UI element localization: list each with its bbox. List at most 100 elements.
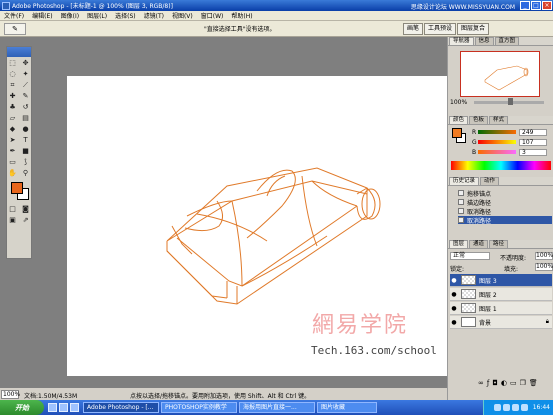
- shape-tool-icon[interactable]: ■: [20, 146, 32, 156]
- tab-layers[interactable]: 图层: [449, 240, 469, 248]
- history-item-current[interactable]: 取消路径: [458, 216, 552, 225]
- path-selection-tool-icon[interactable]: ➤: [7, 135, 19, 145]
- dodge-tool-icon[interactable]: ●: [20, 124, 32, 134]
- blend-mode-select[interactable]: 正常: [450, 252, 490, 260]
- notes-tool-icon[interactable]: ▭: [7, 157, 19, 167]
- well-tab-layer-comps[interactable]: 图层复合: [457, 23, 490, 35]
- standard-mode-icon[interactable]: □: [7, 204, 19, 214]
- menu-select[interactable]: 选择(S): [115, 11, 136, 20]
- type-tool-icon[interactable]: T: [20, 135, 32, 145]
- navigator-view-box[interactable]: [460, 51, 540, 97]
- adjustment-layer-icon[interactable]: ◐: [501, 379, 507, 387]
- well-tab-brushes[interactable]: 画笔: [403, 23, 424, 35]
- gradient-tool-icon[interactable]: ▤: [20, 113, 32, 123]
- navigator-slider-knob[interactable]: [508, 98, 513, 105]
- channel-r-field[interactable]: 249: [519, 128, 547, 136]
- menu-image[interactable]: 图像(I): [61, 11, 79, 20]
- tab-channels[interactable]: 通道: [469, 240, 489, 248]
- menu-help[interactable]: 帮助(H): [231, 11, 252, 20]
- tab-color[interactable]: 颜色: [449, 116, 469, 124]
- new-layer-icon[interactable]: ❐: [520, 379, 526, 387]
- history-item[interactable]: 取消路径: [458, 207, 552, 216]
- menu-file[interactable]: 文件(F): [4, 11, 24, 20]
- foreground-color-swatch[interactable]: [11, 182, 23, 194]
- move-tool-icon[interactable]: ✥: [20, 58, 32, 68]
- delete-layer-icon[interactable]: 🗑︎: [529, 379, 538, 387]
- slice-tool-icon[interactable]: ⟋: [20, 80, 32, 90]
- navigator-zoom-value[interactable]: 100%: [450, 99, 467, 106]
- color-panel-fg-swatch[interactable]: [452, 128, 462, 138]
- tab-paths[interactable]: 路径: [489, 240, 509, 248]
- clone-stamp-tool-icon[interactable]: ♣: [7, 102, 19, 112]
- tab-histogram[interactable]: 直方图: [494, 37, 520, 45]
- layer-row[interactable]: ● 图层 1: [450, 302, 552, 315]
- layer-style-icon[interactable]: ƒ: [487, 379, 489, 387]
- close-button[interactable]: ×: [542, 1, 552, 10]
- pen-tool-icon[interactable]: ✒: [7, 146, 19, 156]
- eyedropper-tool-icon[interactable]: ⟆: [20, 157, 32, 167]
- menu-filter[interactable]: 滤镜(T): [144, 11, 164, 20]
- channel-g-field[interactable]: 107: [519, 138, 547, 146]
- tool-preset-picker[interactable]: ✎: [4, 22, 26, 35]
- history-item[interactable]: 拖移锚点: [458, 189, 552, 198]
- tray-icon[interactable]: [502, 404, 510, 411]
- channel-r-slider[interactable]: [478, 130, 516, 134]
- quick-mask-mode-icon[interactable]: ◙: [20, 204, 32, 214]
- layer-row[interactable]: ● 背景 🔒︎: [450, 316, 552, 329]
- maximize-button[interactable]: □: [531, 1, 541, 10]
- tray-icon[interactable]: [511, 404, 519, 411]
- color-spectrum-bar[interactable]: [451, 161, 551, 170]
- tab-navigator[interactable]: 导航器: [449, 37, 474, 45]
- menu-window[interactable]: 窗口(W): [201, 11, 224, 20]
- zoom-tool-icon[interactable]: ⚲: [20, 168, 32, 178]
- minimize-button[interactable]: _: [520, 1, 530, 10]
- magic-wand-tool-icon[interactable]: ✦: [20, 69, 32, 79]
- toolbox-header[interactable]: [7, 47, 31, 57]
- eye-icon[interactable]: ●: [450, 277, 458, 284]
- tab-styles[interactable]: 样式: [489, 116, 509, 124]
- blur-tool-icon[interactable]: ◆: [7, 124, 19, 134]
- channel-b-slider[interactable]: [478, 150, 516, 154]
- eraser-tool-icon[interactable]: ▱: [7, 113, 19, 123]
- jump-to-imageready-icon[interactable]: ⇗: [20, 215, 32, 225]
- status-doc-size[interactable]: 文档:1.50M/4.53M: [24, 391, 77, 400]
- history-item[interactable]: 描边路径: [458, 198, 552, 207]
- layer-row-selected[interactable]: ● 图层 3: [450, 274, 552, 287]
- taskbar-button-tutorial[interactable]: PHOTOSHOP实例教学: [161, 402, 237, 413]
- layer-row[interactable]: ● 图层 2: [450, 288, 552, 301]
- brush-tool-icon[interactable]: ✎: [20, 91, 32, 101]
- eye-icon[interactable]: ●: [450, 305, 458, 312]
- new-group-icon[interactable]: ▭: [510, 379, 517, 387]
- start-button[interactable]: 开始: [0, 400, 44, 415]
- screen-mode-icon[interactable]: ▣: [7, 215, 19, 225]
- status-zoom-field[interactable]: 100%: [1, 390, 20, 399]
- eye-icon[interactable]: ●: [450, 291, 458, 298]
- fill-field[interactable]: 100%: [535, 263, 553, 271]
- healing-brush-tool-icon[interactable]: ✚: [7, 91, 19, 101]
- tab-history[interactable]: 历史记录: [449, 177, 480, 185]
- tab-swatches[interactable]: 色板: [469, 116, 489, 124]
- taskbar-button-photoshop[interactable]: Adobe Photoshop - [...: [83, 402, 159, 413]
- marquee-tool-icon[interactable]: ⬚: [7, 58, 19, 68]
- channel-g-slider[interactable]: [478, 140, 516, 144]
- menu-view[interactable]: 视图(V): [172, 11, 193, 20]
- tray-icon[interactable]: [520, 404, 528, 411]
- tray-icon[interactable]: [493, 404, 501, 411]
- link-layers-icon[interactable]: ∞: [478, 379, 484, 387]
- layer-mask-icon[interactable]: ◘: [492, 379, 498, 387]
- menu-edit[interactable]: 编辑(E): [32, 11, 52, 20]
- desktop-icon[interactable]: [59, 403, 68, 412]
- lasso-tool-icon[interactable]: ◌: [7, 69, 19, 79]
- taskbar-button-poster[interactable]: 海报用图片直接一...: [239, 402, 315, 413]
- taskbar-button-pictures[interactable]: 图片收藏: [317, 402, 377, 413]
- history-brush-tool-icon[interactable]: ↺: [20, 102, 32, 112]
- media-icon[interactable]: [70, 403, 79, 412]
- eye-icon[interactable]: ●: [450, 319, 458, 326]
- crop-tool-icon[interactable]: ⌗: [7, 80, 19, 90]
- ie-icon[interactable]: [48, 403, 57, 412]
- hand-tool-icon[interactable]: ✋: [7, 168, 19, 178]
- opacity-field[interactable]: 100%: [535, 252, 553, 260]
- menu-layer[interactable]: 图层(L): [87, 11, 107, 20]
- tab-info[interactable]: 信息: [474, 37, 494, 45]
- channel-b-field[interactable]: 3: [519, 148, 547, 156]
